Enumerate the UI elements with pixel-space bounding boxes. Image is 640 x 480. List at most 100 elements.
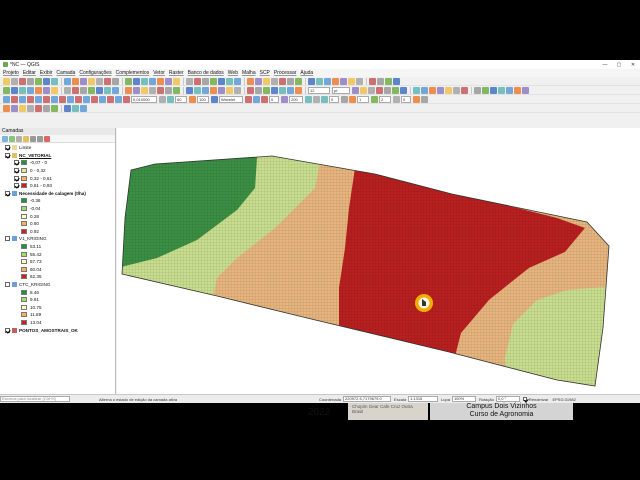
toolbar-tool-icon[interactable] <box>348 77 355 85</box>
legend-item[interactable]: 0.92 <box>3 228 115 236</box>
toolbar-tool-icon[interactable] <box>400 86 407 94</box>
layer-item[interactable]: PONTOS_AMOSTRAIS_OK <box>3 326 115 334</box>
toolbar-tool-icon[interactable] <box>271 77 278 85</box>
toolbar-tool-icon[interactable] <box>3 95 10 103</box>
toolbar-tool-icon[interactable] <box>321 95 328 103</box>
toolbar-tool-icon[interactable] <box>149 86 156 94</box>
legend-item[interactable]: 0,61 - 0,93 <box>3 182 115 190</box>
toolbar-tool-icon[interactable] <box>360 86 367 94</box>
toolbar-tool-icon[interactable] <box>11 95 18 103</box>
toolbar-tool-icon[interactable] <box>3 104 10 112</box>
toolbar-tool-icon[interactable] <box>393 95 400 103</box>
value-field-c[interactable]: 0 <box>329 95 339 103</box>
menu-configura-es[interactable]: Configurações <box>79 70 111 76</box>
toolbar-tool-icon[interactable] <box>107 95 114 103</box>
legend-item[interactable]: 10.75 <box>3 303 115 311</box>
toolbar-tool-icon[interactable] <box>437 86 444 94</box>
menu-scp[interactable]: SCP <box>260 70 270 76</box>
menu-web[interactable]: Web <box>228 70 238 76</box>
toolbar-tool-icon[interactable] <box>384 86 391 94</box>
toolbar-tool-icon[interactable] <box>11 104 18 112</box>
toolbar-tool-icon[interactable] <box>376 86 383 94</box>
toolbar-tool-icon[interactable] <box>72 77 79 85</box>
toolbar-tool-icon[interactable] <box>281 95 288 103</box>
size-field[interactable]: 60 <box>175 95 187 103</box>
toolbar-tool-icon[interactable] <box>490 86 497 94</box>
toolbar-tool-icon[interactable] <box>125 86 132 94</box>
maximize-button[interactable]: ▢ <box>612 62 626 68</box>
toolbar-tool-icon[interactable] <box>51 104 58 112</box>
toolbar-tool-icon[interactable] <box>64 77 71 85</box>
value-field-b[interactable]: 200 <box>289 95 303 103</box>
toolbar-tool-icon[interactable] <box>295 86 302 94</box>
toolbar-tool-icon[interactable] <box>125 77 132 85</box>
toolbar-tool-icon[interactable] <box>263 86 270 94</box>
toolbar-tool-icon[interactable] <box>149 77 156 85</box>
toolbar-tool-icon[interactable] <box>234 86 241 94</box>
percent-field[interactable]: 100 <box>197 95 209 103</box>
toolbar-tool-icon[interactable] <box>210 77 217 85</box>
toolbar-tool-icon[interactable] <box>474 86 481 94</box>
legend-item[interactable]: -0.04 <box>3 205 115 213</box>
menu-exibir[interactable]: Exibir <box>40 70 53 76</box>
toolbar-tool-icon[interactable] <box>167 95 174 103</box>
menu-malha[interactable]: Malha <box>242 70 256 76</box>
toolbar-tool-icon[interactable] <box>19 95 26 103</box>
toolbar-tool-icon[interactable] <box>186 86 193 94</box>
minimize-button[interactable]: — <box>598 62 612 68</box>
menu-vetor[interactable]: Vetor <box>153 70 165 76</box>
toolbar-tool-icon[interactable] <box>157 86 164 94</box>
layer-item[interactable]: NC_VETORIAL <box>3 152 115 160</box>
toolbar-tool-icon[interactable] <box>202 86 209 94</box>
toolbar-tool-icon[interactable] <box>429 86 436 94</box>
toolbar-tool-icon[interactable] <box>308 77 315 85</box>
toolbar-tool-icon[interactable] <box>43 104 50 112</box>
toolbar-tool-icon[interactable] <box>83 95 90 103</box>
layer-item[interactable]: Necessidade de calagem (t/ha) <box>3 190 115 198</box>
layer-visibility-checkbox[interactable] <box>14 175 19 181</box>
toolbar-tool-icon[interactable] <box>123 95 130 103</box>
toolbar-tool-icon[interactable] <box>72 86 79 94</box>
menu-ajuda[interactable]: Ajuda <box>300 70 313 76</box>
toolbar-tool-icon[interactable] <box>413 95 420 103</box>
toolbar-tool-icon[interactable] <box>226 86 233 94</box>
toolbar-tool-icon[interactable] <box>453 86 460 94</box>
legend-item[interactable]: 53.11 <box>3 243 115 251</box>
toolbar-tool-icon[interactable] <box>51 86 58 94</box>
toolbar-tool-icon[interactable] <box>133 86 140 94</box>
legend-item[interactable]: 0.28 <box>3 212 115 220</box>
toolbar-tool-icon[interactable] <box>247 77 254 85</box>
toolbar-tool-icon[interactable] <box>445 86 452 94</box>
layer-visibility-checkbox[interactable] <box>5 236 10 242</box>
toolbar-tool-icon[interactable] <box>88 86 95 94</box>
toolbar-tool-icon[interactable] <box>51 77 58 85</box>
toolbar-tool-icon[interactable] <box>43 77 50 85</box>
toolbar-tool-icon[interactable] <box>340 77 347 85</box>
toolbar-tool-icon[interactable] <box>141 77 148 85</box>
toolbar-tool-icon[interactable] <box>506 86 513 94</box>
toolbar-tool-icon[interactable] <box>165 86 172 94</box>
toolbar-tool-icon[interactable] <box>35 77 42 85</box>
add-group-icon[interactable] <box>9 135 15 142</box>
toolbar-tool-icon[interactable] <box>194 77 201 85</box>
toolbar-tool-icon[interactable] <box>202 77 209 85</box>
toolbar-tool-icon[interactable] <box>261 95 268 103</box>
toolbar-tool-icon[interactable] <box>287 77 294 85</box>
toolbar-tool-icon[interactable] <box>11 86 18 94</box>
toolbar-tool-icon[interactable] <box>96 86 103 94</box>
toolbar-tool-icon[interactable] <box>67 95 74 103</box>
toolbar-tool-icon[interactable] <box>218 86 225 94</box>
toolbar-tool-icon[interactable] <box>349 95 356 103</box>
legend-item[interactable]: 0.60 <box>3 220 115 228</box>
toolbar-tool-icon[interactable] <box>141 86 148 94</box>
threshold-field[interactable]: 0,010000 <box>131 95 157 103</box>
toolbar-tool-icon[interactable] <box>253 95 260 103</box>
toolbar-tool-icon[interactable] <box>392 86 399 94</box>
rotation-field[interactable]: 0,0 ° <box>495 396 520 402</box>
value-field-e[interactable]: 2 <box>379 95 391 103</box>
toolbar-tool-icon[interactable] <box>287 86 294 94</box>
toolbar-tool-icon[interactable] <box>91 95 98 103</box>
toolbar-tool-icon[interactable] <box>218 77 225 85</box>
toolbar-tool-icon[interactable] <box>115 95 122 103</box>
legend-item[interactable]: 57.73 <box>3 258 115 266</box>
